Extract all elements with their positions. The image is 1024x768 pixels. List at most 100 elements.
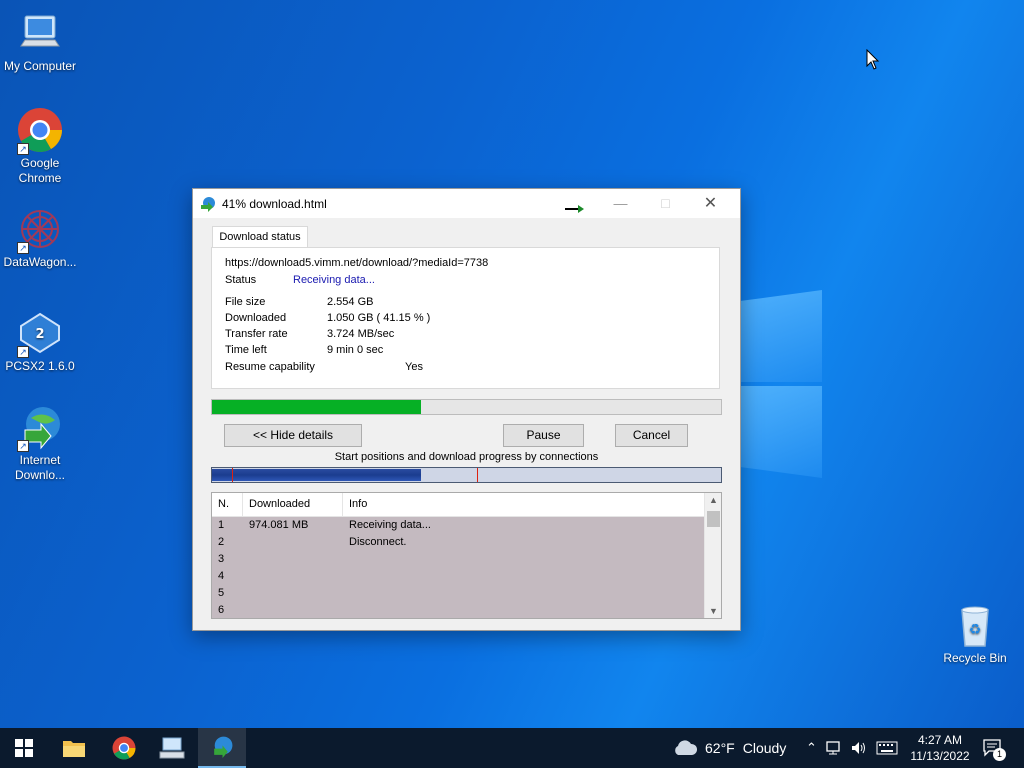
start-button[interactable] <box>0 728 48 768</box>
connections-table-body: 1 974.081 MB Receiving data... 2 Disconnect.… <box>212 517 721 618</box>
cloudy-weather-icon <box>675 740 698 755</box>
wallpaper-windows-logo <box>740 290 822 480</box>
desktop-icon-label: PCSX2 1.6.0 <box>5 359 75 373</box>
transfer-rate-label: Transfer rate <box>225 328 288 340</box>
show-hidden-icons-chevron-icon[interactable]: ⌃ <box>806 740 817 756</box>
table-row[interactable]: 6 <box>212 602 721 618</box>
status-value: Receiving data... <box>293 274 375 286</box>
table-row[interactable]: 1 974.081 MB Receiving data... <box>212 517 721 534</box>
desktop-icon-label: Internet Downlo... <box>14 453 66 482</box>
downloaded-label: Downloaded <box>225 312 287 324</box>
connections-table[interactable]: N. Downloaded Info 1 974.081 MB Receiving … <box>211 492 722 619</box>
resume-capability-value: Yes <box>405 361 423 373</box>
connections-caption: Start positions and download progress by… <box>334 451 599 463</box>
svg-text:2: 2 <box>35 327 44 342</box>
idm-title-icon <box>201 196 215 212</box>
taskbar-clock[interactable]: 4:27 AM 11/13/2022 <box>902 732 978 764</box>
clock-date: 11/13/2022 <box>910 749 970 763</box>
downloaded-value: 1.050 GB ( 41.15 % ) <box>327 312 431 324</box>
column-header-downloaded[interactable]: Downloaded <box>243 493 343 516</box>
transfer-rate-value: 3.724 MB/sec <box>327 328 395 340</box>
desktop-icon-recycle-bin[interactable]: ♻ Recycle Bin <box>935 602 1015 666</box>
file-size-label: File size <box>225 296 266 308</box>
volume-icon[interactable] <box>851 741 867 755</box>
table-row[interactable]: 5 <box>212 585 721 602</box>
connection-info <box>343 551 721 568</box>
scroll-down-icon[interactable]: ▼ <box>705 606 721 616</box>
taskbar-idm[interactable] <box>198 728 246 768</box>
connection-downloaded <box>243 534 343 551</box>
folder-icon <box>63 741 85 757</box>
network-icon[interactable] <box>826 741 842 755</box>
connection-progress-segment <box>212 469 421 481</box>
weather-widget[interactable]: 62°F Cloudy <box>672 728 786 768</box>
notification-center-button[interactable]: 1 <box>983 728 1006 768</box>
connection-number: 5 <box>218 587 225 599</box>
desktop-icon-label: Recycle Bin <box>943 651 1007 665</box>
connection-number: 3 <box>218 553 225 565</box>
connection-info: Disconnect. <box>349 536 407 548</box>
table-row[interactable]: 4 <box>212 568 721 585</box>
keyboard-icon[interactable] <box>876 741 898 755</box>
downloaded-row: Downloaded 1.050 GB ( 41.15 % ) <box>225 312 430 324</box>
connections-progress-bar <box>211 467 722 483</box>
cancel-button[interactable]: Cancel <box>615 424 688 447</box>
connection-start-marker <box>232 468 234 482</box>
scroll-up-icon[interactable]: ▲ <box>705 495 721 505</box>
download-progress-bar <box>211 399 722 415</box>
chrome-icon <box>112 736 136 760</box>
window-titlebar[interactable]: 41% download.html — □ ✕ <box>193 189 740 218</box>
connections-table-header: N. Downloaded Info <box>212 493 721 517</box>
pcsx2-icon: 2 ↗ <box>17 310 63 358</box>
resume-capability-row: Resume capability Yes <box>225 361 423 373</box>
tab-download-status[interactable]: Download status <box>212 226 308 248</box>
connection-info <box>343 585 721 602</box>
resume-capability-label: Resume capability <box>225 361 315 373</box>
computer-keyboard-icon <box>159 737 185 759</box>
desktop-icon-label: Google Chrome <box>18 156 62 185</box>
desktop-icon-pcsx2[interactable]: 2 ↗ PCSX2 1.6.0 <box>0 310 80 374</box>
taskbar-file-explorer[interactable] <box>50 728 98 768</box>
connection-info <box>343 568 721 585</box>
table-row[interactable]: 2 Disconnect. <box>212 534 721 551</box>
column-header-info[interactable]: Info <box>343 493 721 516</box>
time-left-label: Time left <box>225 344 267 356</box>
connection-start-marker <box>476 468 478 482</box>
taskbar-chrome[interactable] <box>100 728 148 768</box>
chrome-icon: ↗ <box>17 107 63 155</box>
desktop-icon-my-computer[interactable]: My Computer <box>0 10 80 74</box>
computer-icon <box>17 10 63 56</box>
shortcut-arrow-icon: ↗ <box>17 346 29 358</box>
desktop-icon-datawagon[interactable]: ↗ DataWagon... <box>0 206 80 270</box>
time-left-value: 9 min 0 sec <box>327 344 384 356</box>
desktop-icon-label: My Computer <box>3 59 77 73</box>
desktop-icon-google-chrome[interactable]: ↗ Google Chrome <box>0 107 80 186</box>
datawagon-icon: ↗ <box>17 206 63 254</box>
maximize-button[interactable]: □ <box>643 189 688 218</box>
svg-text:♻: ♻ <box>969 622 982 638</box>
taskbar-network-app[interactable] <box>148 728 196 768</box>
system-tray: ⌃ <box>806 728 898 768</box>
column-header-number[interactable]: N. <box>212 493 243 516</box>
scrollbar-thumb[interactable] <box>707 511 720 527</box>
hide-details-button[interactable]: << Hide details <box>224 424 362 447</box>
connection-number: 4 <box>218 570 225 582</box>
connections-table-scrollbar[interactable]: ▲ ▼ <box>704 493 721 618</box>
close-button[interactable]: ✕ <box>688 189 733 218</box>
file-size-row: File size 2.554 GB <box>225 296 373 308</box>
idm-icon <box>214 736 233 758</box>
download-progress-window[interactable]: 41% download.html — □ ✕ Download status … <box>192 188 741 631</box>
idm-icon: ↗ <box>17 404 63 452</box>
desktop-icon-label: DataWagon... <box>3 255 77 269</box>
desktop-icon-internet-download-manager[interactable]: ↗ Internet Downlo... <box>0 404 80 483</box>
table-row[interactable]: 3 <box>212 551 721 568</box>
shortcut-arrow-icon: ↗ <box>17 143 29 155</box>
connection-number: 1 <box>218 519 225 531</box>
status-row: Status Receiving data... <box>225 274 375 286</box>
download-progress-fill <box>212 400 422 414</box>
pause-button[interactable]: Pause <box>503 424 584 447</box>
minimize-button[interactable]: — <box>598 189 643 218</box>
connection-info: Receiving data... <box>349 519 431 531</box>
transfer-rate-row: Transfer rate 3.724 MB/sec <box>225 328 394 340</box>
connection-downloaded <box>243 551 343 568</box>
